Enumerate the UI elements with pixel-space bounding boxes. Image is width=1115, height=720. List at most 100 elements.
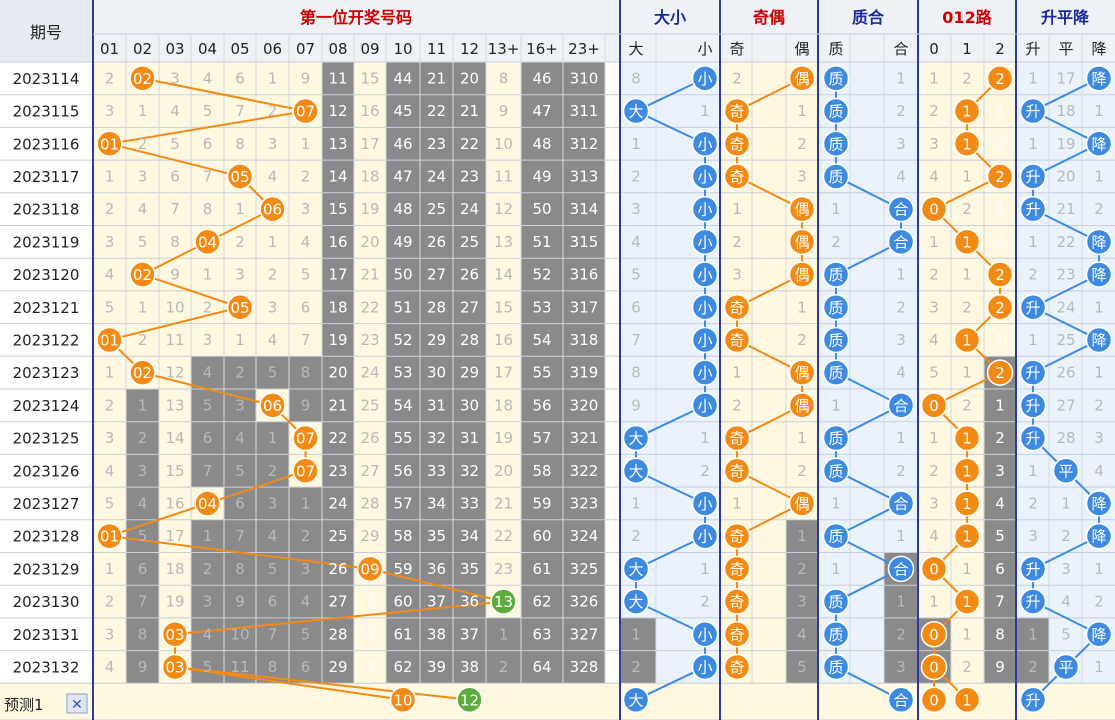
bs-7-label: 小 [697, 299, 712, 317]
oe-miss-17-1: 4 [797, 625, 807, 643]
t-miss-6-0: 2 [1028, 266, 1038, 284]
hit-2023116-label: 01 [100, 135, 119, 153]
group-title-2: 奇偶 [753, 8, 785, 27]
cell-6-13: 52 [532, 266, 551, 284]
cell-10-2: 13 [165, 396, 184, 414]
cell-1-7: 12 [328, 102, 347, 120]
period-2023123: 2023123 [13, 364, 80, 382]
cell-0-2: 3 [170, 69, 180, 87]
r-miss-17-1: 1 [962, 625, 972, 643]
t-miss-15-2: 1 [1094, 560, 1104, 578]
cell-13-4: 6 [235, 494, 245, 512]
cell-0-9: 44 [393, 69, 412, 87]
t-miss-17-0: 1 [1028, 625, 1038, 643]
t-miss-1-1: 18 [1056, 102, 1075, 120]
r-3-label: 2 [995, 168, 1005, 186]
period-2023127: 2023127 [13, 495, 80, 513]
hit-2023127-label: 04 [198, 495, 217, 513]
cell-16-1: 7 [138, 593, 148, 611]
cell-8-3: 3 [203, 331, 213, 349]
cell-5-7: 16 [328, 233, 347, 251]
cell-12-3: 7 [203, 462, 213, 480]
cell-13-2: 16 [165, 494, 184, 512]
cell-14-3: 1 [203, 527, 213, 545]
cell-16-7: 27 [328, 593, 347, 611]
cell-15-12: 23 [494, 560, 513, 578]
cell-3-8: 18 [360, 167, 379, 185]
r-2-label: 1 [962, 135, 972, 153]
period-2023130: 2023130 [13, 593, 80, 611]
cell-4-12: 12 [494, 200, 513, 218]
cell-7-1: 1 [138, 298, 148, 316]
t-miss-15-1: 3 [1061, 560, 1071, 578]
oe-0-label: 偶 [794, 70, 809, 88]
group-title-4: 012路 [942, 8, 992, 27]
pc-miss-5-0: 2 [831, 233, 841, 251]
hit-2023114-label: 02 [133, 70, 152, 88]
r-15-label: 0 [929, 560, 939, 578]
hit-2023128-label: 01 [100, 528, 119, 546]
close-glyph[interactable]: ✕ [71, 697, 83, 713]
cell-5-12: 13 [494, 233, 513, 251]
t-miss-2-0: 1 [1028, 135, 1038, 153]
cell-15-10: 36 [427, 560, 446, 578]
cell-8-4: 1 [235, 331, 245, 349]
r-10-label: 0 [929, 397, 939, 415]
cell-13-10: 34 [427, 494, 446, 512]
cell-1-1: 1 [138, 102, 148, 120]
cell-12-4: 5 [235, 462, 245, 480]
cell-9-3: 4 [203, 364, 213, 382]
cell-3-1: 3 [138, 167, 148, 185]
oe-miss-18-1: 5 [797, 658, 807, 676]
cell-18-1: 9 [138, 658, 148, 676]
cell-2-5: 3 [268, 135, 278, 153]
cell-12-1: 3 [138, 462, 148, 480]
cell-17-8: 2 [365, 625, 375, 643]
cell-15-14: 325 [570, 560, 599, 578]
cell-12-0: 4 [105, 462, 115, 480]
r-miss-4-2: 1 [995, 200, 1005, 218]
bs-18-label: 小 [697, 658, 712, 676]
cell-5-8: 20 [360, 233, 379, 251]
t-5-label: 降 [1091, 233, 1106, 251]
t-13-label: 降 [1091, 495, 1106, 513]
cell-17-5: 7 [268, 625, 278, 643]
r-11-label: 1 [962, 430, 972, 448]
cell-4-3: 8 [203, 200, 213, 218]
cell-10-0: 2 [105, 396, 115, 414]
cell-13-7: 24 [328, 494, 347, 512]
prediction-pc-label: 合 [893, 691, 908, 709]
period-2023124: 2023124 [13, 397, 80, 415]
t-9-label: 升 [1025, 364, 1040, 382]
t-miss-11-1: 28 [1056, 429, 1075, 447]
r-miss-10-2: 1 [995, 396, 1005, 414]
cell-16-2: 19 [165, 593, 184, 611]
cell-13-12: 21 [494, 494, 513, 512]
hit-2023124-label: 06 [263, 397, 282, 415]
cell-12-14: 322 [570, 462, 599, 480]
t-miss-13-0: 2 [1028, 494, 1038, 512]
bs-14-label: 小 [697, 528, 712, 546]
cell-12-8: 27 [360, 462, 379, 480]
cell-2-9: 46 [393, 135, 412, 153]
cell-10-4: 3 [235, 396, 245, 414]
r-miss-3-0: 4 [929, 167, 939, 185]
col-header-g4-1: 平 [1058, 40, 1073, 58]
prediction-number-12-label: 12 [460, 691, 479, 709]
r-8-label: 1 [962, 331, 972, 349]
cell-4-11: 24 [460, 200, 479, 218]
cell-17-3: 4 [203, 625, 213, 643]
cell-7-14: 317 [570, 298, 599, 316]
pc-miss-2-1: 3 [896, 135, 906, 153]
cell-0-12: 8 [499, 69, 509, 87]
pc-miss-13-0: 1 [831, 494, 841, 512]
hit-2023119-label: 04 [198, 233, 217, 251]
bs-miss-4-0: 3 [631, 200, 641, 218]
cell-5-14: 315 [570, 233, 599, 251]
cell-5-11: 25 [460, 233, 479, 251]
r-miss-13-2: 4 [995, 494, 1005, 512]
bs-5-label: 小 [697, 233, 712, 251]
cell-14-5: 4 [268, 527, 278, 545]
r-miss-2-2: 2 [995, 135, 1005, 153]
t-4-label: 升 [1025, 201, 1040, 219]
